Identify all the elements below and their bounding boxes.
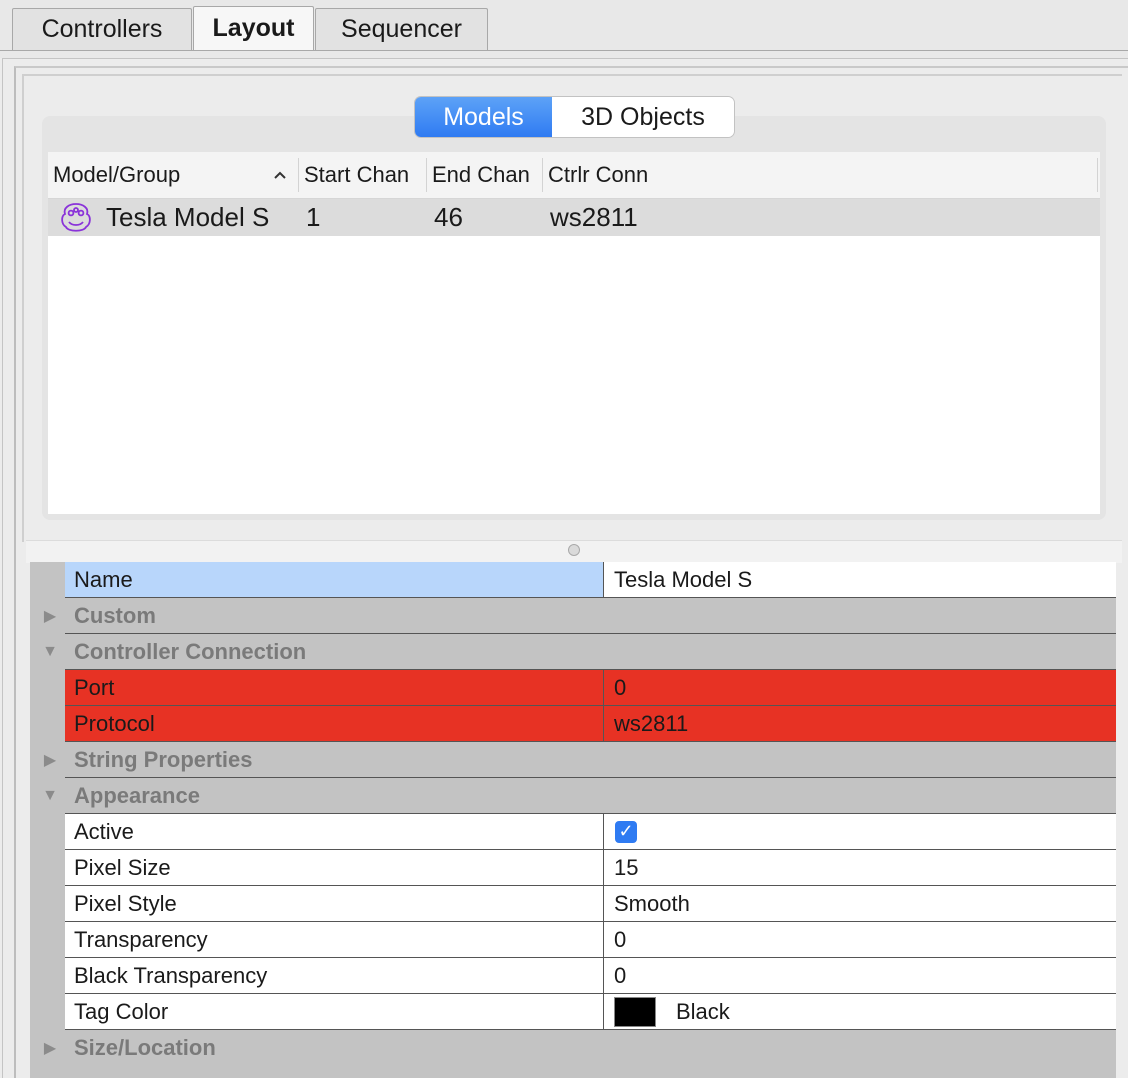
column-header-label: Model/Group: [53, 162, 181, 187]
property-label: Pixel Style: [65, 886, 603, 921]
row-model-name: Tesla Model S: [106, 202, 270, 232]
category-size-location[interactable]: ▶ Size/Location: [30, 1030, 1116, 1066]
port-field[interactable]: 0: [604, 670, 1116, 705]
models-list[interactable]: Model/Group Start Chan End Chan Ctrlr Co…: [48, 152, 1100, 514]
black-transparency-field[interactable]: 0: [604, 958, 1116, 993]
protocol-field[interactable]: ws2811: [604, 706, 1116, 741]
tab-layout[interactable]: Layout: [193, 6, 314, 50]
property-row-active[interactable]: Active ✓: [30, 814, 1116, 850]
color-swatch[interactable]: [614, 996, 656, 1027]
property-grid: Name Tesla Model S ▶ Custom ▼ Controller…: [30, 562, 1116, 1078]
property-row-protocol[interactable]: Protocol ws2811: [30, 706, 1116, 742]
property-label: Name: [65, 562, 603, 597]
property-label: Transparency: [65, 922, 603, 957]
chevron-up-icon[interactable]: [268, 152, 292, 198]
category-controller-connection[interactable]: ▼ Controller Connection: [30, 634, 1116, 670]
expand-right-icon[interactable]: ▶: [40, 1030, 60, 1065]
tab-divider: [0, 50, 1128, 51]
property-label: Active: [65, 814, 603, 849]
column-header-ctrlr-conn[interactable]: Ctrlr Conn: [548, 152, 648, 198]
property-row-pixel-size[interactable]: Pixel Size 15: [30, 850, 1116, 886]
property-row-port[interactable]: Port 0: [30, 670, 1116, 706]
segment-3d-objects[interactable]: 3D Objects: [552, 97, 734, 137]
tag-color-value: Black: [676, 998, 730, 1024]
property-row-name[interactable]: Name Tesla Model S: [30, 562, 1116, 598]
row-end-chan: 46: [434, 202, 463, 232]
expand-down-icon[interactable]: ▼: [40, 778, 60, 813]
category-custom[interactable]: ▶ Custom: [30, 598, 1116, 634]
tag-color-picker[interactable]: Black: [604, 994, 1116, 1029]
property-label: Tag Color: [65, 994, 603, 1029]
pixel-style-select[interactable]: Smooth: [604, 886, 1116, 921]
expand-right-icon[interactable]: ▶: [40, 742, 60, 777]
active-value: ✓: [604, 814, 1116, 849]
splitter-grip-icon[interactable]: [568, 544, 580, 556]
category-label: String Properties: [74, 746, 253, 772]
column-divider: [1097, 158, 1098, 192]
category-label: Custom: [74, 602, 156, 628]
transparency-field[interactable]: 0: [604, 922, 1116, 957]
category-label: Size/Location: [74, 1034, 216, 1060]
pixel-size-field[interactable]: 15: [604, 850, 1116, 885]
tab-bar: Controllers Layout Sequencer: [0, 0, 1128, 58]
expand-down-icon[interactable]: ▼: [40, 634, 60, 669]
segment-models[interactable]: Models: [415, 97, 552, 137]
property-label: Black Transparency: [65, 958, 603, 993]
property-label: Port: [65, 670, 603, 705]
model-face-icon: [58, 199, 94, 236]
name-field[interactable]: Tesla Model S: [604, 562, 1116, 597]
tab-controllers[interactable]: Controllers: [12, 8, 192, 50]
row-start-chan: 1: [306, 202, 321, 232]
category-label: Controller Connection: [74, 638, 307, 664]
property-label: Pixel Size: [65, 850, 603, 885]
column-divider[interactable]: [298, 158, 299, 192]
category-string-properties[interactable]: ▶ String Properties: [30, 742, 1116, 778]
column-header-start-chan[interactable]: Start Chan: [304, 152, 409, 198]
list-header: Model/Group Start Chan End Chan Ctrlr Co…: [48, 152, 1100, 199]
column-header-model-group[interactable]: Model/Group: [53, 152, 293, 198]
expand-right-icon[interactable]: ▶: [40, 598, 60, 633]
tab-sequencer[interactable]: Sequencer: [315, 8, 488, 50]
row-ctrlr-conn: ws2811: [550, 202, 638, 232]
property-row-black-transparency[interactable]: Black Transparency 0: [30, 958, 1116, 994]
category-label: Appearance: [74, 782, 200, 808]
property-label: Protocol: [65, 706, 603, 741]
active-checkbox[interactable]: ✓: [615, 820, 637, 843]
column-header-end-chan[interactable]: End Chan: [432, 152, 530, 198]
column-divider[interactable]: [426, 158, 427, 192]
models-objects-segmented-control: Models 3D Objects: [415, 97, 734, 137]
category-appearance[interactable]: ▼ Appearance: [30, 778, 1116, 814]
column-divider[interactable]: [542, 158, 543, 192]
list-item[interactable]: Tesla Model S 1 46 ws2811: [48, 199, 1100, 236]
property-row-transparency[interactable]: Transparency 0: [30, 922, 1116, 958]
property-row-tag-color[interactable]: Tag Color Black: [30, 994, 1116, 1030]
property-row-pixel-style[interactable]: Pixel Style Smooth: [30, 886, 1116, 922]
